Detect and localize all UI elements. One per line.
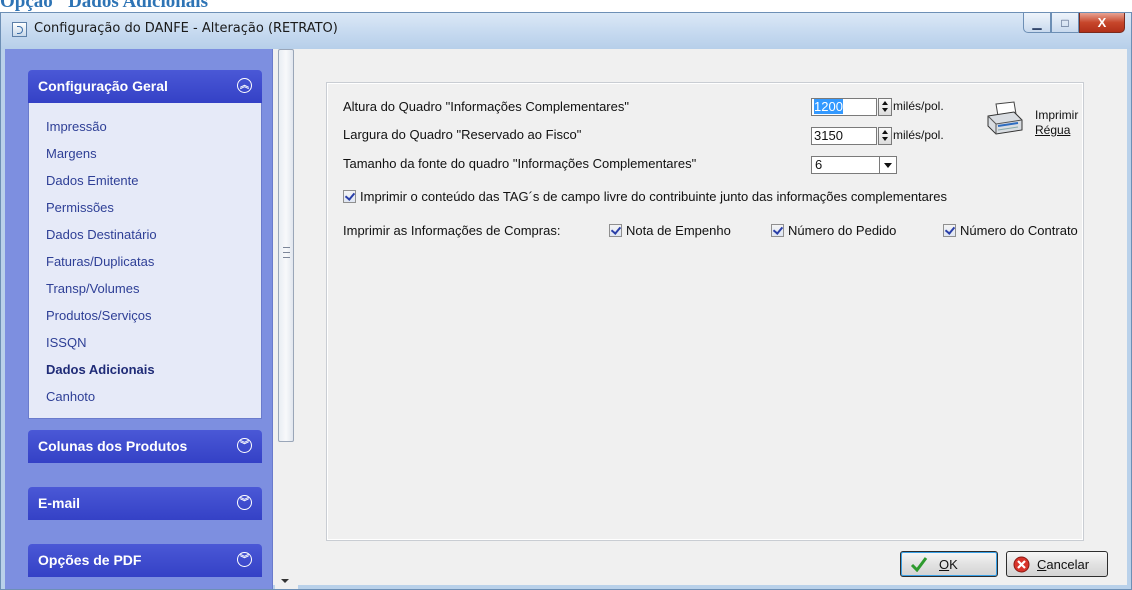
scrollbar-thumb[interactable] (278, 49, 294, 442)
altura-value: 1200 (814, 99, 843, 114)
numero-pedido-label[interactable]: Número do Pedido (788, 223, 896, 238)
sidebar-item-transp-volumes[interactable]: Transp/Volumes (46, 281, 139, 296)
scroll-down-icon[interactable] (281, 579, 289, 583)
numero-contrato-checkbox[interactable] (943, 224, 956, 237)
imprimir-regua-line1[interactable]: Imprimir (1035, 108, 1078, 122)
altura-input[interactable]: 1200 (811, 98, 877, 116)
nota-empenho-label[interactable]: Nota de Empenho (626, 223, 731, 238)
sidebar: Configuração Geral ︽ Impressão Margens D… (5, 49, 273, 589)
altura-unit: milés/pol. (893, 99, 944, 113)
sidebar-item-dados-destinatario[interactable]: Dados Destinatário (46, 227, 157, 242)
largura-label: Largura do Quadro "Reservado ao Fisco" (343, 127, 582, 142)
imprimir-regua-line2[interactable]: Régua (1035, 123, 1070, 137)
sidebar-item-issqn[interactable]: ISSQN (46, 335, 86, 350)
app-icon (12, 22, 27, 37)
title-bar[interactable]: Configuração do DANFE - Alteração (RETRA… (1, 13, 1131, 49)
close-button[interactable]: X (1079, 13, 1125, 33)
group-label: E-mail (38, 495, 81, 511)
window-title: Configuração do DANFE - Alteração (RETRA… (34, 21, 338, 36)
group-label: Configuração Geral (38, 78, 168, 94)
fonte-value: 6 (815, 157, 823, 172)
numero-contrato-label[interactable]: Número do Contrato (960, 223, 1078, 238)
fonte-select[interactable]: 6 (811, 156, 897, 174)
altura-spinner-icon[interactable] (878, 98, 892, 116)
grip-icon (283, 247, 290, 258)
dialog-client-area: Configuração Geral ︽ Impressão Margens D… (5, 49, 1127, 589)
cancel-icon (1013, 556, 1030, 573)
danfe-config-window: Configuração do DANFE - Alteração (RETRA… (0, 12, 1132, 590)
nota-empenho-checkbox[interactable] (609, 224, 622, 237)
sidebar-item-impressao[interactable]: Impressão (46, 119, 107, 134)
sidebar-item-permissoes[interactable]: Permissões (46, 200, 114, 215)
largura-value: 3150 (814, 128, 843, 143)
maximize-icon: □ (1061, 15, 1069, 30)
maximize-button[interactable]: □ (1051, 13, 1079, 33)
largura-input[interactable]: 3150 (811, 127, 877, 145)
sidebar-item-faturas-duplicatas[interactable]: Faturas/Duplicatas (46, 254, 154, 269)
printer-icon[interactable] (984, 100, 1024, 140)
altura-label: Altura do Quadro "Informações Complement… (343, 99, 629, 114)
expand-icon[interactable]: ︾ (237, 438, 252, 453)
group-colunas-dos-produtos[interactable]: Colunas dos Produtos ︾ (28, 430, 262, 463)
close-icon: X (1097, 15, 1107, 30)
largura-unit: milés/pol. (893, 128, 944, 142)
expand-icon[interactable]: ︾ (237, 552, 252, 567)
sidebar-item-dados-adicionais[interactable]: Dados Adicionais (46, 362, 155, 377)
group-e-mail[interactable]: E-mail ︾ (28, 487, 262, 520)
cancel-button[interactable]: Cancelar (1006, 551, 1108, 577)
collapse-icon[interactable]: ︽ (237, 78, 252, 93)
sidebar-item-canhoto[interactable]: Canhoto (46, 389, 95, 404)
chevron-down-icon[interactable] (879, 157, 896, 173)
window-controls: ▁ □ X (1023, 13, 1125, 33)
cancel-label: Cancelar (1037, 557, 1090, 572)
group-configuracao-geral[interactable]: Configuração Geral ︽ (28, 70, 262, 103)
sidebar-scrollbar[interactable] (275, 49, 298, 589)
minimize-button[interactable]: ▁ (1023, 13, 1051, 33)
settings-panel (326, 82, 1084, 541)
group-opcoes-de-pdf[interactable]: Opções de PDF ︾ (28, 544, 262, 577)
minimize-icon: ▁ (1032, 15, 1042, 30)
tag-checkbox[interactable] (343, 190, 356, 203)
largura-spinner-icon[interactable] (878, 127, 892, 145)
ok-button[interactable]: OK (900, 551, 998, 577)
ok-label: OK (939, 557, 958, 572)
group-label: Colunas dos Produtos (38, 438, 188, 454)
check-icon (910, 557, 928, 572)
expand-icon[interactable]: ︾ (237, 495, 252, 510)
sidebar-item-produtos-servicos[interactable]: Produtos/Serviços (46, 308, 152, 323)
sidebar-item-margens[interactable]: Margens (46, 146, 97, 161)
numero-pedido-checkbox[interactable] (771, 224, 784, 237)
tag-checkbox-label[interactable]: Imprimir o conteúdo das TAG´s de campo l… (360, 189, 947, 204)
compras-label: Imprimir as Informações de Compras: (343, 223, 561, 238)
fonte-label: Tamanho da fonte do quadro "Informações … (343, 156, 697, 171)
sidebar-item-dados-emitente[interactable]: Dados Emitente (46, 173, 139, 188)
group-label: Opções de PDF (38, 552, 142, 568)
